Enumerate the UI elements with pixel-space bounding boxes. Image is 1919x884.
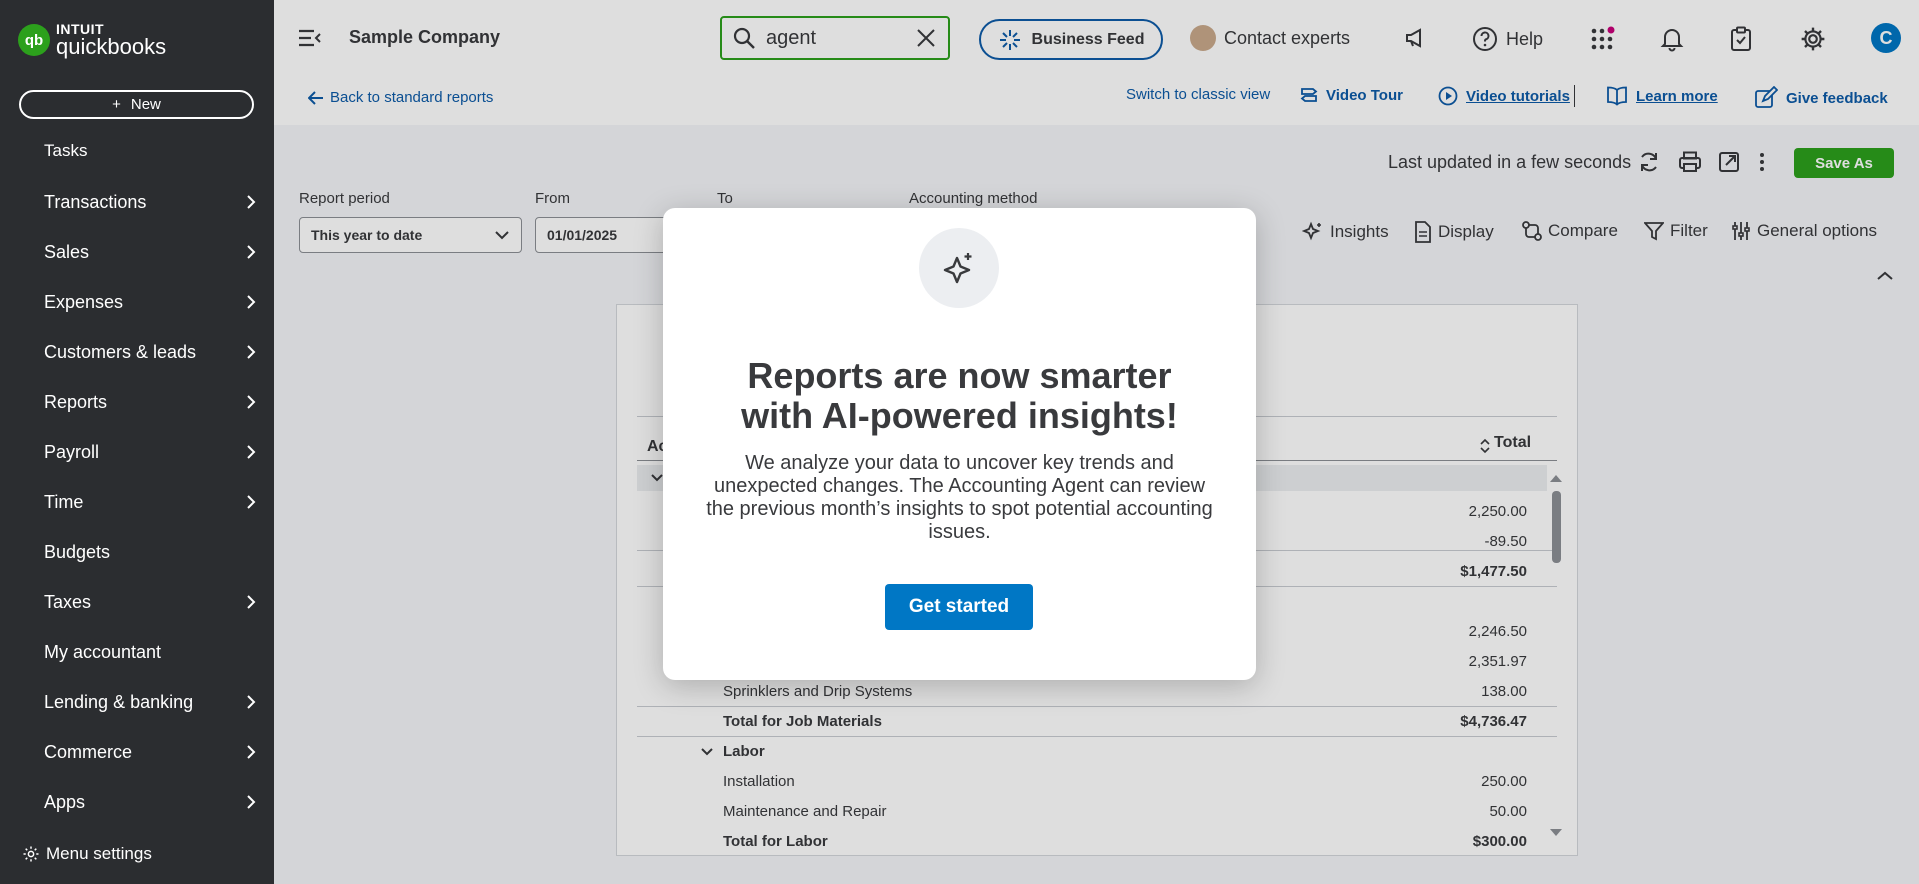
sidebar-item-tasks[interactable]: Tasks <box>44 141 87 161</box>
sidebar-item-label: Budgets <box>44 541 111 562</box>
sidebar-item-apps[interactable]: Apps <box>0 782 274 822</box>
sidebar-item-label: Sales <box>44 241 90 262</box>
sidebar-item-reports[interactable]: Reports <box>0 382 274 422</box>
chevron-right-icon <box>247 695 256 709</box>
modal-title: Reports are now smarter with AI-powered … <box>683 356 1236 436</box>
modal-icon-badge <box>919 228 999 308</box>
chevron-right-icon <box>247 395 256 409</box>
sparkle-icon <box>943 253 972 284</box>
chevron-right-icon <box>247 795 256 809</box>
modal-body: We analyze your data to uncover key tren… <box>706 452 1213 543</box>
menu-settings-button[interactable]: Menu settings <box>22 844 152 864</box>
quickbooks-logo-icon: qb <box>18 24 50 56</box>
get-started-button[interactable]: Get started <box>885 584 1033 630</box>
sidebar-item-lending-banking[interactable]: Lending & banking <box>0 682 274 722</box>
sidebar-item-label: Apps <box>44 791 86 812</box>
plus-icon: + <box>112 96 121 113</box>
insights-modal: Reports are now smarter with AI-powered … <box>663 208 1256 680</box>
chevron-right-icon <box>247 245 256 259</box>
sidebar-item-expenses[interactable]: Expenses <box>0 282 274 322</box>
chevron-right-icon <box>247 495 256 509</box>
sidebar-item-label: Expenses <box>44 291 124 312</box>
new-button[interactable]: + New <box>19 90 254 119</box>
modal-title-line-1: Reports are now smarter <box>747 355 1172 396</box>
sidebar-item-label: Lending & banking <box>44 691 194 712</box>
sidebar-item-payroll[interactable]: Payroll <box>0 432 274 472</box>
sidebar-item-label: Time <box>44 491 84 512</box>
sidebar-item-sales[interactable]: Sales <box>0 232 274 272</box>
brand-name: quickbooks <box>56 34 167 59</box>
chevron-right-icon <box>247 745 256 759</box>
sidebar-item-label: Payroll <box>44 441 100 462</box>
sidebar-item-label: My accountant <box>44 641 162 662</box>
chevron-right-icon <box>247 195 256 209</box>
modal-title-line-2: with AI-powered insights! <box>741 395 1178 436</box>
sidebar-item-customers-leads[interactable]: Customers & leads <box>0 332 274 372</box>
sidebar-item-label: Customers & leads <box>44 341 197 362</box>
quickbooks-logo[interactable]: qb INTUIT quickbooks <box>18 22 166 58</box>
chevron-right-icon <box>247 295 256 309</box>
sidebar-item-time[interactable]: Time <box>0 482 274 522</box>
sidebar-item-label: Reports <box>44 391 108 412</box>
new-button-label: New <box>130 96 161 113</box>
sidebar-item-taxes[interactable]: Taxes <box>0 582 274 622</box>
sidebar-item-label: Taxes <box>44 591 92 612</box>
gear-icon <box>23 846 39 862</box>
sidebar-item-my-accountant[interactable]: My accountant <box>0 632 274 672</box>
menu-settings-label: Menu settings <box>46 844 152 863</box>
sidebar-item-commerce[interactable]: Commerce <box>0 732 274 772</box>
sidebar-item-budgets[interactable]: Budgets <box>0 532 274 572</box>
chevron-right-icon <box>247 445 256 459</box>
sidebar-item-transactions[interactable]: Transactions <box>0 182 274 222</box>
chevron-right-icon <box>247 595 256 609</box>
sidebar-item-label: Commerce <box>44 741 133 762</box>
sidebar: qb INTUIT quickbooks + New Tasks Transac… <box>0 0 274 884</box>
sidebar-item-label: Transactions <box>44 191 147 212</box>
chevron-right-icon <box>247 345 256 359</box>
